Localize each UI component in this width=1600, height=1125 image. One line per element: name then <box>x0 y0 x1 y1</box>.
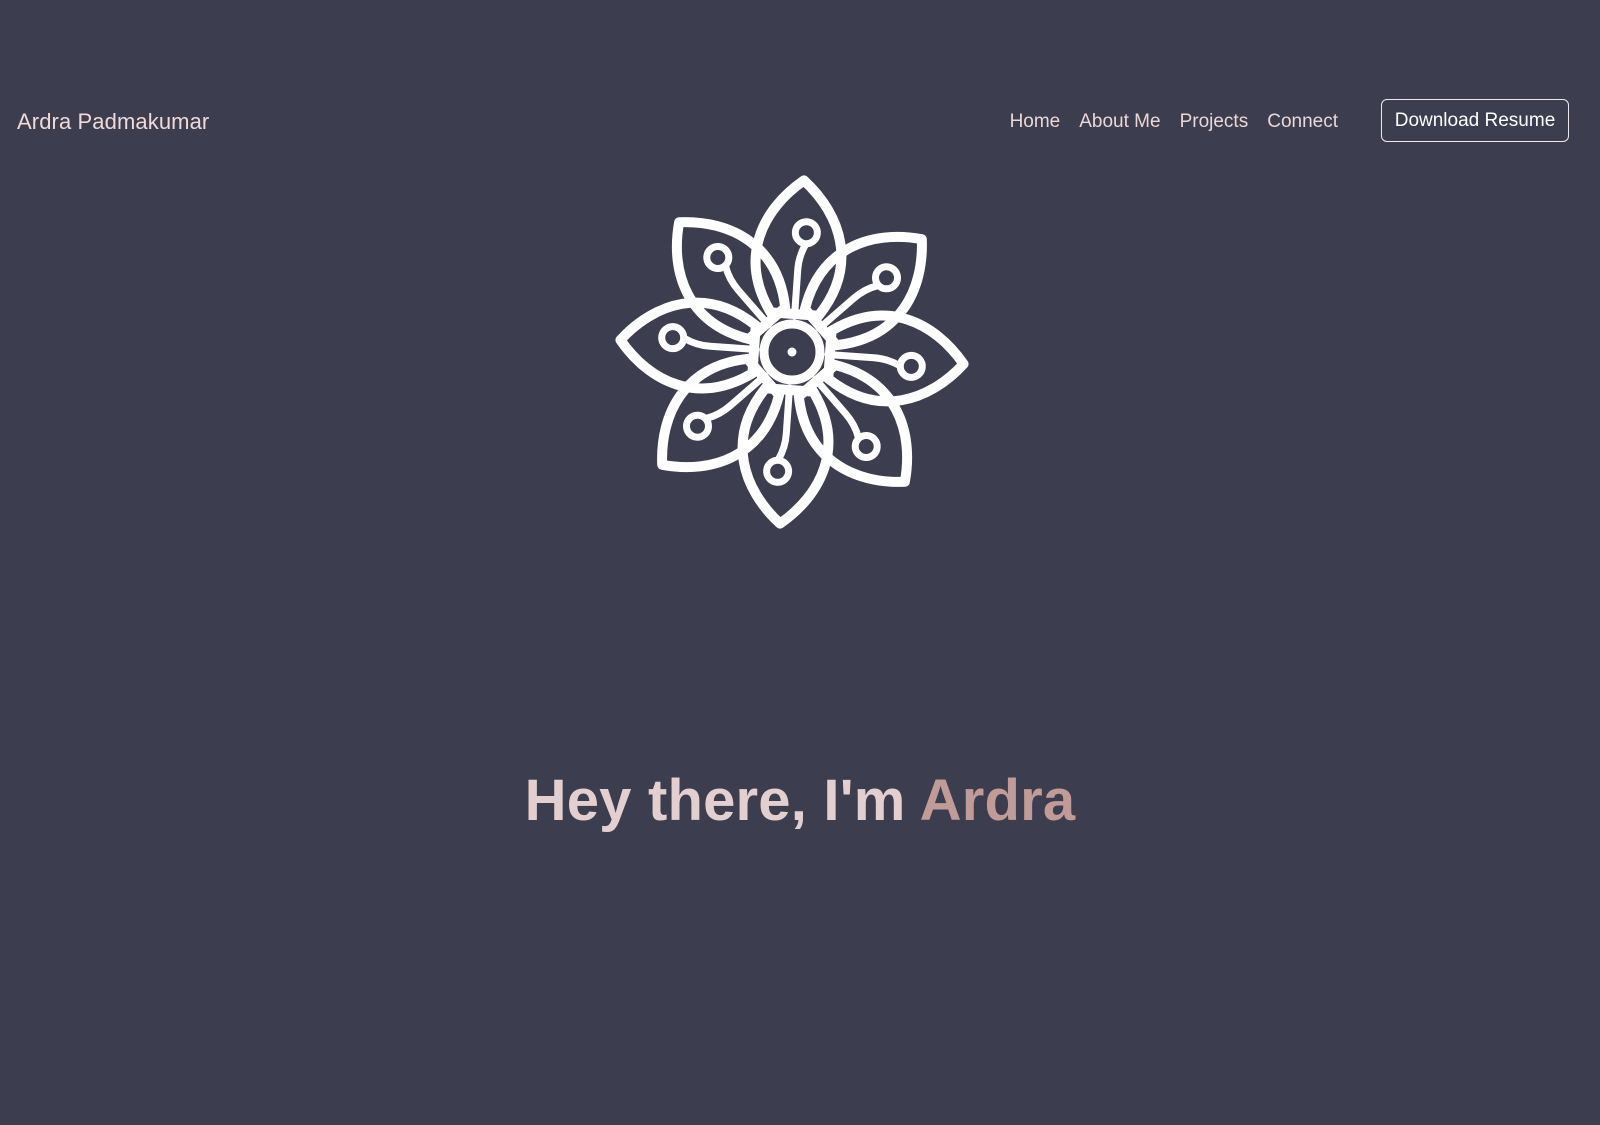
hero-heading: Hey there, I'm Ardra <box>0 767 1600 834</box>
hero-name: Ardra <box>919 767 1076 833</box>
petal <box>737 383 834 529</box>
flower-circuit-icon <box>612 172 972 532</box>
download-resume-button[interactable]: Download Resume <box>1381 99 1569 142</box>
nav-link-connect[interactable]: Connect <box>1267 111 1338 133</box>
petal-circuit-node <box>658 323 688 353</box>
nav-links: Home About Me Projects Connect <box>1010 111 1338 133</box>
hero-greeting: Hey there, I'm <box>524 767 906 833</box>
petal <box>750 175 847 321</box>
petal-circuit-node <box>791 218 821 248</box>
petal-circuit-node <box>896 351 926 381</box>
petal <box>615 297 761 394</box>
petal <box>823 310 969 407</box>
nav-link-home[interactable]: Home <box>1010 111 1061 133</box>
nav-link-projects[interactable]: Projects <box>1180 111 1249 133</box>
brand-link[interactable]: Ardra Padmakumar <box>17 109 209 135</box>
petal-circuit-node <box>763 456 793 486</box>
navbar: Ardra Padmakumar Home About Me Projects … <box>0 98 1600 146</box>
nav-link-about-me[interactable]: About Me <box>1079 111 1160 133</box>
page: Ardra Padmakumar Home About Me Projects … <box>0 0 1600 1125</box>
flower-circuit-svg <box>615 175 969 529</box>
center-dot <box>787 347 797 357</box>
